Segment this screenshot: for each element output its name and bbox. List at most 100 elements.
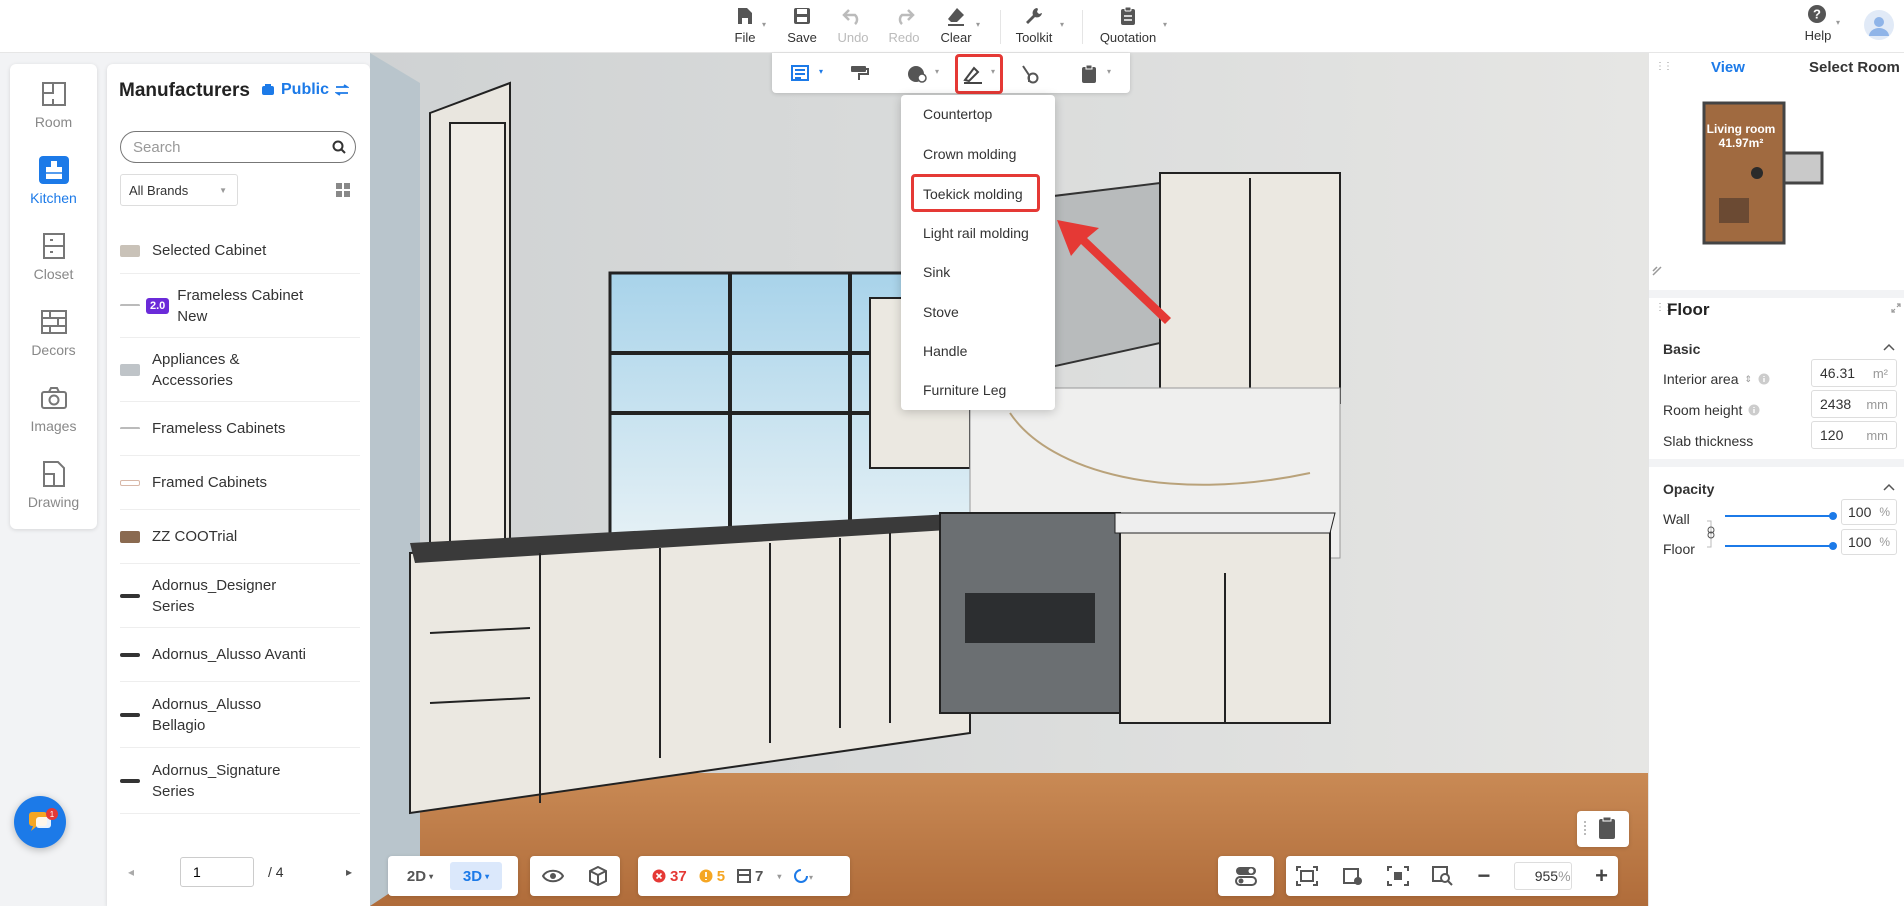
- material-tool-button[interactable]: [900, 61, 934, 87]
- manufacturer-item[interactable]: Adornus_Signature Series: [120, 748, 360, 814]
- manufacturer-item[interactable]: Appliances & Accessories: [120, 338, 360, 402]
- menu-item-countertop[interactable]: Countertop: [923, 106, 992, 122]
- manufacturer-item[interactable]: Frameless Cabinets: [120, 402, 360, 456]
- help-button[interactable]: ? Help: [1798, 4, 1838, 50]
- wall-opacity-slider[interactable]: [1725, 509, 1837, 523]
- panel-title: Manufacturers: [119, 80, 250, 101]
- collapse-opacity-icon[interactable]: [1883, 482, 1895, 494]
- manufacturer-item[interactable]: Selected Cabinet: [120, 228, 360, 274]
- chat-button[interactable]: [14, 796, 66, 848]
- rail-item-drawing[interactable]: Drawing: [10, 444, 97, 510]
- rail-item-decors[interactable]: Decors: [10, 292, 97, 358]
- cube-icon[interactable]: [588, 866, 608, 886]
- rail-item-closet[interactable]: Closet: [10, 216, 97, 282]
- manufacturer-item[interactable]: Adornus_Alusso Bellagio: [120, 682, 360, 748]
- toolkit-menu[interactable]: Toolkit: [1013, 4, 1055, 50]
- avatar[interactable]: [1864, 10, 1894, 40]
- drawing-icon: [39, 460, 69, 488]
- help-caret-icon[interactable]: ▾: [1836, 18, 1840, 27]
- focus-settings-icon[interactable]: [1341, 866, 1363, 886]
- clipboard-tool-caret-icon[interactable]: ▾: [1107, 67, 1111, 76]
- slider-thumb[interactable]: [1829, 542, 1837, 550]
- scope-toggle[interactable]: Public: [261, 81, 350, 99]
- manufacturer-item[interactable]: ZZ COOTrial: [120, 510, 360, 564]
- collapse-basic-icon[interactable]: [1883, 342, 1895, 354]
- slider-thumb[interactable]: [1829, 512, 1837, 520]
- list-tool-caret-icon[interactable]: ▾: [819, 67, 823, 76]
- toggle-settings-icon[interactable]: [1235, 866, 1257, 886]
- error-count[interactable]: 37: [652, 868, 687, 885]
- sync-icon[interactable]: ▾: [793, 868, 817, 884]
- item-count[interactable]: 7 ▾: [737, 868, 781, 885]
- manufacturer-item[interactable]: Adornus_Alusso Avanti: [120, 628, 360, 682]
- eye-icon[interactable]: [542, 868, 564, 884]
- link-icon[interactable]: [1705, 519, 1717, 549]
- page-input[interactable]: [180, 857, 254, 887]
- manufacturer-item[interactable]: 2.0 Frameless Cabinet New: [120, 274, 360, 338]
- room-height-field[interactable]: 2438 mm: [1811, 390, 1897, 418]
- focus-selection-icon[interactable]: [1386, 866, 1409, 886]
- menu-item-furniture-leg[interactable]: Furniture Leg: [923, 382, 1006, 398]
- drag-handle-icon[interactable]: ⋮⋮: [1655, 61, 1673, 72]
- mode-2d-button[interactable]: 2D ▾: [396, 862, 444, 890]
- brand-filter-select[interactable]: All Brands ▼: [120, 174, 238, 206]
- material-caret-icon[interactable]: ▾: [935, 67, 939, 76]
- zoom-in-button[interactable]: +: [1595, 863, 1608, 889]
- zoom-out-button[interactable]: −: [1478, 863, 1491, 889]
- clear-caret-icon[interactable]: ▾: [976, 20, 980, 29]
- file-caret-icon[interactable]: ▾: [762, 20, 766, 29]
- manufacturer-item[interactable]: Framed Cabinets: [120, 456, 360, 510]
- view-mode-bar: 2D ▾ 3D ▾: [388, 856, 518, 896]
- rail-item-room[interactable]: Room: [10, 64, 97, 130]
- floating-clipboard-button[interactable]: [1577, 811, 1629, 847]
- list-tool-button[interactable]: [784, 61, 818, 87]
- search-input[interactable]: [133, 138, 332, 156]
- search-field[interactable]: [120, 131, 356, 163]
- slab-thickness-field[interactable]: 120 mm: [1811, 421, 1897, 449]
- menu-item-handle[interactable]: Handle: [923, 343, 967, 359]
- rail-item-kitchen[interactable]: Kitchen: [10, 140, 97, 206]
- zoom-search-icon[interactable]: [1432, 866, 1454, 886]
- properties-panel: ⋮⋮ View Select Room Living room 41.97m² …: [1648, 53, 1904, 906]
- menu-item-crown-molding[interactable]: Crown molding: [923, 146, 1016, 162]
- menu-item-light-rail-molding[interactable]: Light rail molding: [923, 225, 1029, 241]
- floor-plan-minimap[interactable]: Living room 41.97m²: [1649, 83, 1904, 283]
- expand-icon[interactable]: [1891, 303, 1901, 313]
- mode-3d-button[interactable]: 3D ▾: [450, 862, 502, 890]
- quotation-menu[interactable]: Quotation: [1096, 4, 1160, 50]
- svg-text:?: ?: [1813, 7, 1821, 22]
- toolbar-divider: [1082, 10, 1083, 44]
- menu-item-stove[interactable]: Stove: [923, 304, 959, 320]
- paint-roller-icon[interactable]: [842, 61, 876, 87]
- zoom-input[interactable]: 955 %: [1513, 862, 1572, 890]
- fit-view-icon[interactable]: [1296, 866, 1318, 886]
- menu-item-sink[interactable]: Sink: [923, 264, 950, 280]
- tab-select-room[interactable]: Select Room: [1809, 59, 1900, 76]
- wall-opacity-field[interactable]: 100 %: [1841, 499, 1897, 525]
- warning-icon: [699, 869, 713, 883]
- appliance-tool-button[interactable]: [1012, 61, 1046, 87]
- version-badge: 2.0: [146, 297, 170, 314]
- clear-button[interactable]: Clear: [940, 4, 972, 50]
- file-menu[interactable]: File: [733, 4, 757, 50]
- floor-opacity-slider[interactable]: [1725, 539, 1837, 553]
- interior-area-field[interactable]: 46.31 m²: [1811, 359, 1897, 387]
- quotation-caret-icon[interactable]: ▾: [1163, 20, 1167, 29]
- search-icon[interactable]: [332, 140, 346, 154]
- manufacturer-item[interactable]: Adornus_Designer Series: [120, 564, 360, 628]
- tab-view[interactable]: View: [1711, 59, 1745, 76]
- opacity-section-title: Opacity: [1663, 481, 1715, 497]
- room-icon: [39, 80, 69, 108]
- prev-page-button[interactable]: ◂: [120, 857, 142, 887]
- undo-button[interactable]: Undo: [837, 4, 869, 50]
- save-button[interactable]: Save: [787, 4, 817, 50]
- floor-opacity-field[interactable]: 100 %: [1841, 529, 1897, 555]
- sort-icon[interactable]: ⇕: [1744, 374, 1752, 385]
- redo-button[interactable]: Redo: [888, 4, 920, 50]
- clipboard-tool-button[interactable]: [1072, 61, 1106, 87]
- warning-count[interactable]: 5: [699, 868, 725, 885]
- grid-view-icon[interactable]: [336, 183, 352, 199]
- next-page-button[interactable]: ▸: [338, 857, 360, 887]
- rail-item-images[interactable]: Images: [10, 368, 97, 434]
- toolkit-caret-icon[interactable]: ▾: [1060, 20, 1064, 29]
